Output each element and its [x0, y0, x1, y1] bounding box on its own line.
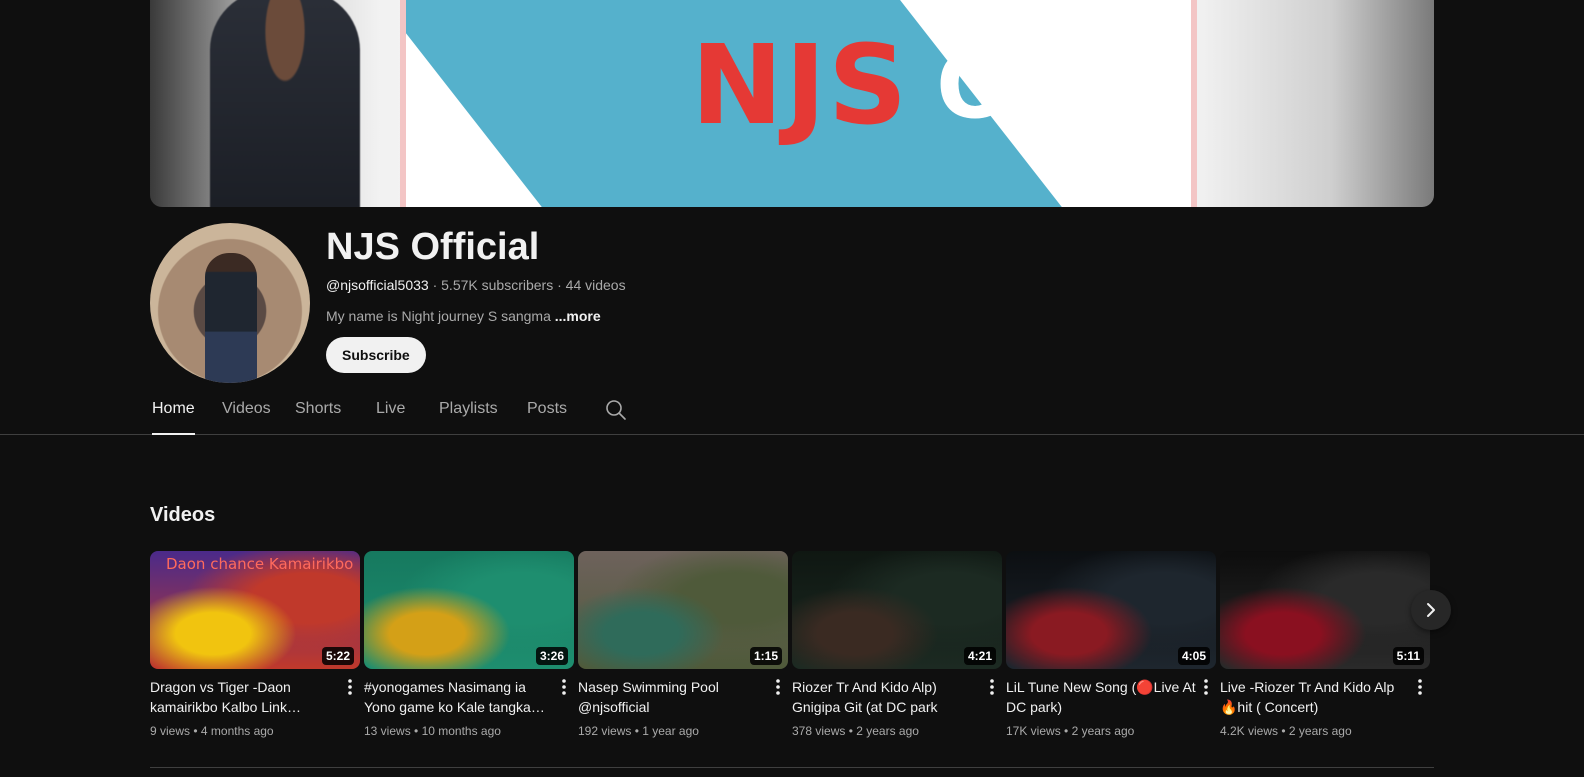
channel-description: My name is Night journey S sangma ...mor… — [326, 308, 601, 324]
more-link[interactable]: ...more — [555, 308, 601, 324]
video-age: 2 years ago — [1288, 724, 1352, 738]
video-title[interactable]: Live -Riozer Tr And Kido Alp 🔥hit ( Conc… — [1220, 677, 1410, 717]
video-card[interactable]: 1:15 Nasep Swimming Pool @njsofficial 192 … — [578, 551, 788, 738]
meta-separator: • — [631, 724, 643, 738]
meta-separator: • — [1060, 724, 1072, 738]
video-meta: 9 views • 4 months ago — [150, 724, 360, 738]
subscribe-button[interactable]: Subscribe — [326, 337, 426, 373]
video-meta: 13 views • 10 months ago — [364, 724, 574, 738]
meta-separator: · — [557, 277, 566, 293]
meta-separator: • — [190, 724, 201, 738]
next-arrow-button[interactable] — [1411, 590, 1451, 630]
tab-home[interactable]: Home — [152, 400, 195, 435]
video-card[interactable]: 4:21 Riozer Tr And Kido Alp) Gnigipa Git … — [792, 551, 1002, 738]
chevron-right-icon — [1427, 603, 1435, 617]
video-age: 10 months ago — [421, 724, 501, 738]
meta-separator: • — [1278, 724, 1289, 738]
video-views: 192 views — [578, 724, 632, 738]
tab-videos[interactable]: Videos — [222, 400, 271, 433]
channel-banner: NJS Official — [150, 0, 1434, 207]
more-vert-icon[interactable] — [986, 677, 998, 697]
description-text: My name is Night journey S sangma — [326, 308, 551, 324]
channel-avatar[interactable] — [150, 223, 310, 383]
more-vert-icon[interactable] — [1414, 677, 1426, 697]
avatar-figure — [205, 253, 257, 383]
video-thumbnail[interactable]: 4:05 — [1006, 551, 1216, 669]
channel-meta: @njsofficial5033 · 5.57K subscribers · 4… — [326, 277, 626, 293]
video-title[interactable]: Dragon vs Tiger -Daon kamairikbo Kalbo L… — [150, 677, 340, 717]
video-duration: 3:26 — [535, 647, 568, 665]
video-duration: 5:11 — [1392, 647, 1424, 665]
video-title[interactable]: #yonogames Nasimang ia Yono game ko Kale… — [364, 677, 554, 717]
video-thumbnail[interactable]: Daon chance Kamairikbo 5:22 — [150, 551, 360, 669]
banner-person — [210, 0, 360, 207]
thumbnail-overlay-text: Daon chance Kamairikbo — [166, 555, 354, 573]
channel-handle: @njsofficial5033 — [326, 277, 429, 293]
video-views: 378 views — [792, 724, 846, 738]
meta-separator: • — [410, 724, 422, 738]
channel-tabs: Home Videos Shorts Live Playlists Posts — [0, 392, 1584, 435]
video-title[interactable]: LiL Tune New Song (🔴Live At DC park) — [1006, 677, 1196, 717]
search-icon[interactable] — [604, 398, 628, 422]
banner-title-red: NJS — [691, 21, 910, 149]
video-card[interactable]: 3:26 #yonogames Nasimang ia Yono game ko … — [364, 551, 574, 738]
video-card[interactable]: 5:11 Live -Riozer Tr And Kido Alp 🔥hit ( … — [1220, 551, 1430, 738]
video-duration: 4:21 — [963, 647, 996, 665]
more-vert-icon[interactable] — [1200, 677, 1212, 697]
video-meta: 17K views • 2 years ago — [1006, 724, 1216, 738]
video-age: 2 years ago — [1071, 724, 1135, 738]
banner-panel: NJS Official — [400, 0, 1197, 207]
tab-shorts[interactable]: Shorts — [295, 400, 341, 433]
video-meta: 4.2K views • 2 years ago — [1220, 724, 1430, 738]
video-age: 4 months ago — [200, 724, 274, 738]
meta-separator: · — [432, 277, 442, 293]
section-title[interactable]: Videos — [150, 504, 215, 527]
video-meta: 378 views • 2 years ago — [792, 724, 1002, 738]
video-age: 1 year ago — [642, 724, 699, 738]
video-title[interactable]: Nasep Swimming Pool @njsofficial — [578, 677, 768, 717]
video-duration: 5:22 — [321, 647, 354, 665]
video-age: 2 years ago — [856, 724, 919, 738]
video-views: 4.2K views — [1220, 724, 1279, 738]
video-views: 17K views — [1006, 724, 1061, 738]
video-views: 13 views — [364, 724, 411, 738]
section-divider — [150, 767, 1434, 768]
video-title[interactable]: Riozer Tr And Kido Alp) Gnigipa Git (at … — [792, 677, 982, 717]
video-card[interactable]: 4:05 LiL Tune New Song (🔴Live At DC park)… — [1006, 551, 1216, 738]
video-thumbnail[interactable]: 5:11 — [1220, 551, 1430, 669]
meta-separator: • — [845, 724, 857, 738]
video-duration: 4:05 — [1177, 647, 1210, 665]
banner-title-white: Official — [936, 32, 1197, 139]
tab-posts[interactable]: Posts — [527, 400, 567, 433]
video-duration: 1:15 — [749, 647, 782, 665]
channel-name: NJS Official — [326, 226, 540, 268]
video-meta: 192 views • 1 year ago — [578, 724, 788, 738]
tab-live[interactable]: Live — [376, 400, 405, 433]
video-thumbnail[interactable]: 1:15 — [578, 551, 788, 669]
video-thumbnail[interactable]: 3:26 — [364, 551, 574, 669]
video-thumbnail[interactable]: 4:21 — [792, 551, 1002, 669]
tab-playlists[interactable]: Playlists — [439, 400, 498, 433]
video-views: 9 views — [150, 724, 191, 738]
more-vert-icon[interactable] — [344, 677, 356, 697]
more-vert-icon[interactable] — [772, 677, 784, 697]
video-count: 44 videos — [565, 277, 626, 293]
subscriber-count: 5.57K subscribers — [441, 277, 554, 293]
more-vert-icon[interactable] — [558, 677, 570, 697]
video-card[interactable]: Daon chance Kamairikbo 5:22 Dragon vs Tige… — [150, 551, 360, 738]
